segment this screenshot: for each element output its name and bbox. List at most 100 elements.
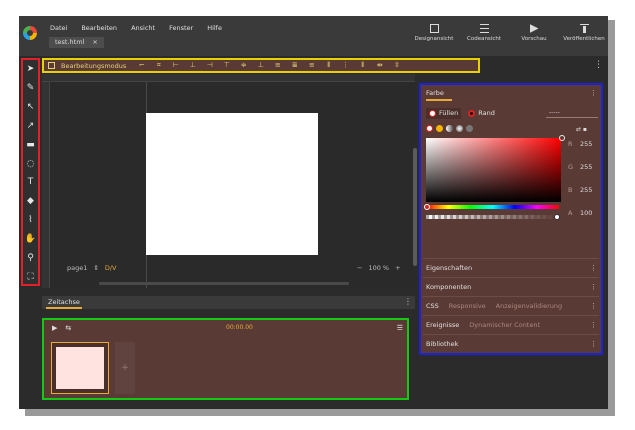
fill-button[interactable]: Füllen <box>426 107 462 119</box>
distribute-right-icon[interactable]: ⫴ <box>357 61 368 70</box>
distribute-bottom-icon[interactable]: ≡ <box>306 61 317 70</box>
solid-swatch[interactable] <box>436 125 443 132</box>
section-more-icon[interactable]: ⋮ <box>590 297 597 315</box>
zoom-in-button[interactable]: + <box>395 264 400 272</box>
section-bibliothek[interactable]: Bibliothek ⋮ <box>423 334 599 352</box>
toolbar-more-icon[interactable]: ⋮ <box>594 60 603 70</box>
text-tool-icon[interactable]: T <box>26 177 35 190</box>
menu-bar: Datei Bearbeiten Ansicht Fenster Hilfe <box>50 24 222 32</box>
close-tab-icon[interactable]: × <box>92 37 97 48</box>
direct-select-icon[interactable]: ↗ <box>26 120 35 133</box>
align-left-icon[interactable]: ⊢ <box>170 61 181 70</box>
distribute-center-icon[interactable]: ⋮ <box>340 61 351 70</box>
section-more-icon[interactable]: ⋮ <box>590 316 597 334</box>
right-panel: Farbe ⋮ Füllen Rand ----- ⇄ ▪ R 255 G 25… <box>419 83 603 355</box>
menu-datei[interactable]: Datei <box>50 24 67 32</box>
hue-slider[interactable] <box>424 204 559 210</box>
select-arrow-icon[interactable]: ➤ <box>26 63 35 76</box>
alpha-value[interactable]: 100 <box>580 209 592 217</box>
swap-colors-icon[interactable]: ⇄ ▪ <box>576 126 587 133</box>
linear-gradient-swatch[interactable] <box>446 125 453 132</box>
loop-icon[interactable]: ⇆ <box>65 324 71 332</box>
picker-knob[interactable] <box>559 135 565 141</box>
zoom-icon[interactable]: ⚲ <box>26 252 35 265</box>
border-swatch-icon <box>468 109 476 117</box>
page-selector[interactable]: page1 ⇕ D/V <box>67 264 116 272</box>
no-color-swatch[interactable] <box>426 125 433 132</box>
color-picker-field[interactable] <box>426 135 565 202</box>
image-swatch[interactable] <box>466 125 473 132</box>
section-ereignisse[interactable]: Ereignisse Dynamischer Content ⋮ <box>423 315 599 333</box>
page-canvas[interactable] <box>146 113 318 255</box>
section-more-icon[interactable]: ⋮ <box>590 335 597 353</box>
tab-dynamischer-content[interactable]: Dynamischer Content <box>469 316 540 333</box>
play-icon[interactable]: ▶ <box>52 324 57 332</box>
hand-icon[interactable]: ✋ <box>25 233 36 246</box>
menu-fenster[interactable]: Fenster <box>169 24 193 32</box>
space-horizontal-icon[interactable]: ⇹ <box>374 61 385 70</box>
rgba-values: R 255 G 255 B 255 A 100 <box>568 140 593 217</box>
tab-responsive[interactable]: Responsive <box>449 297 486 314</box>
menu-bearbeiten[interactable]: Bearbeiten <box>81 24 117 32</box>
timeline-header: Zeitachse ⋮ <box>42 296 415 309</box>
distribute-middle-icon[interactable]: ≣ <box>289 61 300 70</box>
menu-ansicht[interactable]: Ansicht <box>131 24 155 32</box>
space-vertical-icon[interactable]: ⇳ <box>391 61 402 70</box>
rectangle-icon[interactable]: ▬ <box>26 139 35 152</box>
distort-icon[interactable]: ⌗ <box>153 61 164 70</box>
tab-anzeigenvalidierung[interactable]: Anzeigenvalidierung <box>496 297 562 314</box>
align-center-h-icon[interactable]: ⊥ <box>187 61 198 70</box>
preview-button[interactable]: Vorschau <box>514 24 554 42</box>
blue-value[interactable]: 255 <box>580 186 592 194</box>
zoom-level[interactable]: 100 % <box>368 264 389 272</box>
timeline-frame[interactable] <box>51 342 109 394</box>
color-panel-header[interactable]: Farbe ⋮ <box>423 86 599 101</box>
file-tab[interactable]: test.html × <box>49 37 104 48</box>
view-switcher: Designansicht Codeansicht Vorschau Veröf… <box>414 24 605 42</box>
lasso-icon[interactable]: ◌ <box>26 158 35 171</box>
menu-hilfe[interactable]: Hilfe <box>207 24 222 32</box>
panel-more-icon[interactable]: ⋮ <box>590 86 597 101</box>
radial-gradient-swatch[interactable] <box>456 125 463 132</box>
distribute-left-icon[interactable]: ⫴ <box>323 61 334 70</box>
timeline-options-icon[interactable]: ☰ <box>397 324 403 332</box>
border-button[interactable]: Rand <box>465 108 498 119</box>
paint-bucket-icon[interactable]: ◆ <box>26 195 35 208</box>
alpha-knob[interactable] <box>554 214 560 220</box>
section-css[interactable]: CSS Responsive Anzeigenvalidierung ⋮ <box>423 296 599 314</box>
timeline-more-icon[interactable]: ⋮ <box>404 297 412 306</box>
fill-swatch-icon <box>429 109 436 117</box>
code-view-button[interactable]: Codeansicht <box>464 24 504 42</box>
align-middle-icon[interactable]: ≑ <box>238 61 249 70</box>
design-view-button[interactable]: Designansicht <box>414 24 454 42</box>
transform-icon[interactable]: ⌐ <box>136 61 147 70</box>
left-toolbar: ➤ ✎ ↖ ↗ ▬ ◌ T ◆ ⌇ ✋ ⚲ ⛶ <box>21 58 40 286</box>
timeline-controls: ▶ ⇆ 00:00.00 ☰ <box>46 322 405 333</box>
pen-icon[interactable]: ✎ <box>26 82 35 95</box>
eyedropper-icon[interactable]: ⌇ <box>26 214 35 227</box>
section-more-icon[interactable]: ⋮ <box>590 259 597 277</box>
vertical-scrollbar[interactable] <box>413 148 417 266</box>
edit-mode-checkbox[interactable] <box>48 62 55 69</box>
edit-mode-label: Bearbeitungsmodus <box>61 61 127 70</box>
hex-color-input[interactable]: ----- <box>546 108 598 118</box>
zoom-out-button[interactable]: − <box>357 264 362 272</box>
device-view-label[interactable]: D/V <box>105 264 117 272</box>
section-komponenten[interactable]: Komponenten ⋮ <box>423 277 599 295</box>
pointer-plus-icon[interactable]: ↖ <box>26 101 35 114</box>
red-value[interactable]: 255 <box>580 140 592 148</box>
section-eigenschaften[interactable]: Eigenschaften ⋮ <box>423 258 599 276</box>
add-frame-icon[interactable]: + <box>115 342 135 394</box>
green-value[interactable]: 255 <box>580 163 592 171</box>
publish-button[interactable]: Veröffentlichen <box>563 24 605 42</box>
alpha-slider[interactable] <box>426 214 560 220</box>
align-bottom-icon[interactable]: ⊥ <box>255 61 266 70</box>
crop-icon[interactable]: ⛶ <box>26 271 35 284</box>
align-top-icon[interactable]: ⊤ <box>221 61 232 70</box>
horizontal-scrollbar[interactable] <box>99 282 349 285</box>
align-right-icon[interactable]: ⊣ <box>204 61 215 70</box>
distribute-top-icon[interactable]: ≡ <box>272 61 283 70</box>
hue-knob[interactable] <box>424 204 430 210</box>
section-more-icon[interactable]: ⋮ <box>590 278 597 296</box>
timeline-panel: ▶ ⇆ 00:00.00 ☰ + <box>42 318 409 400</box>
